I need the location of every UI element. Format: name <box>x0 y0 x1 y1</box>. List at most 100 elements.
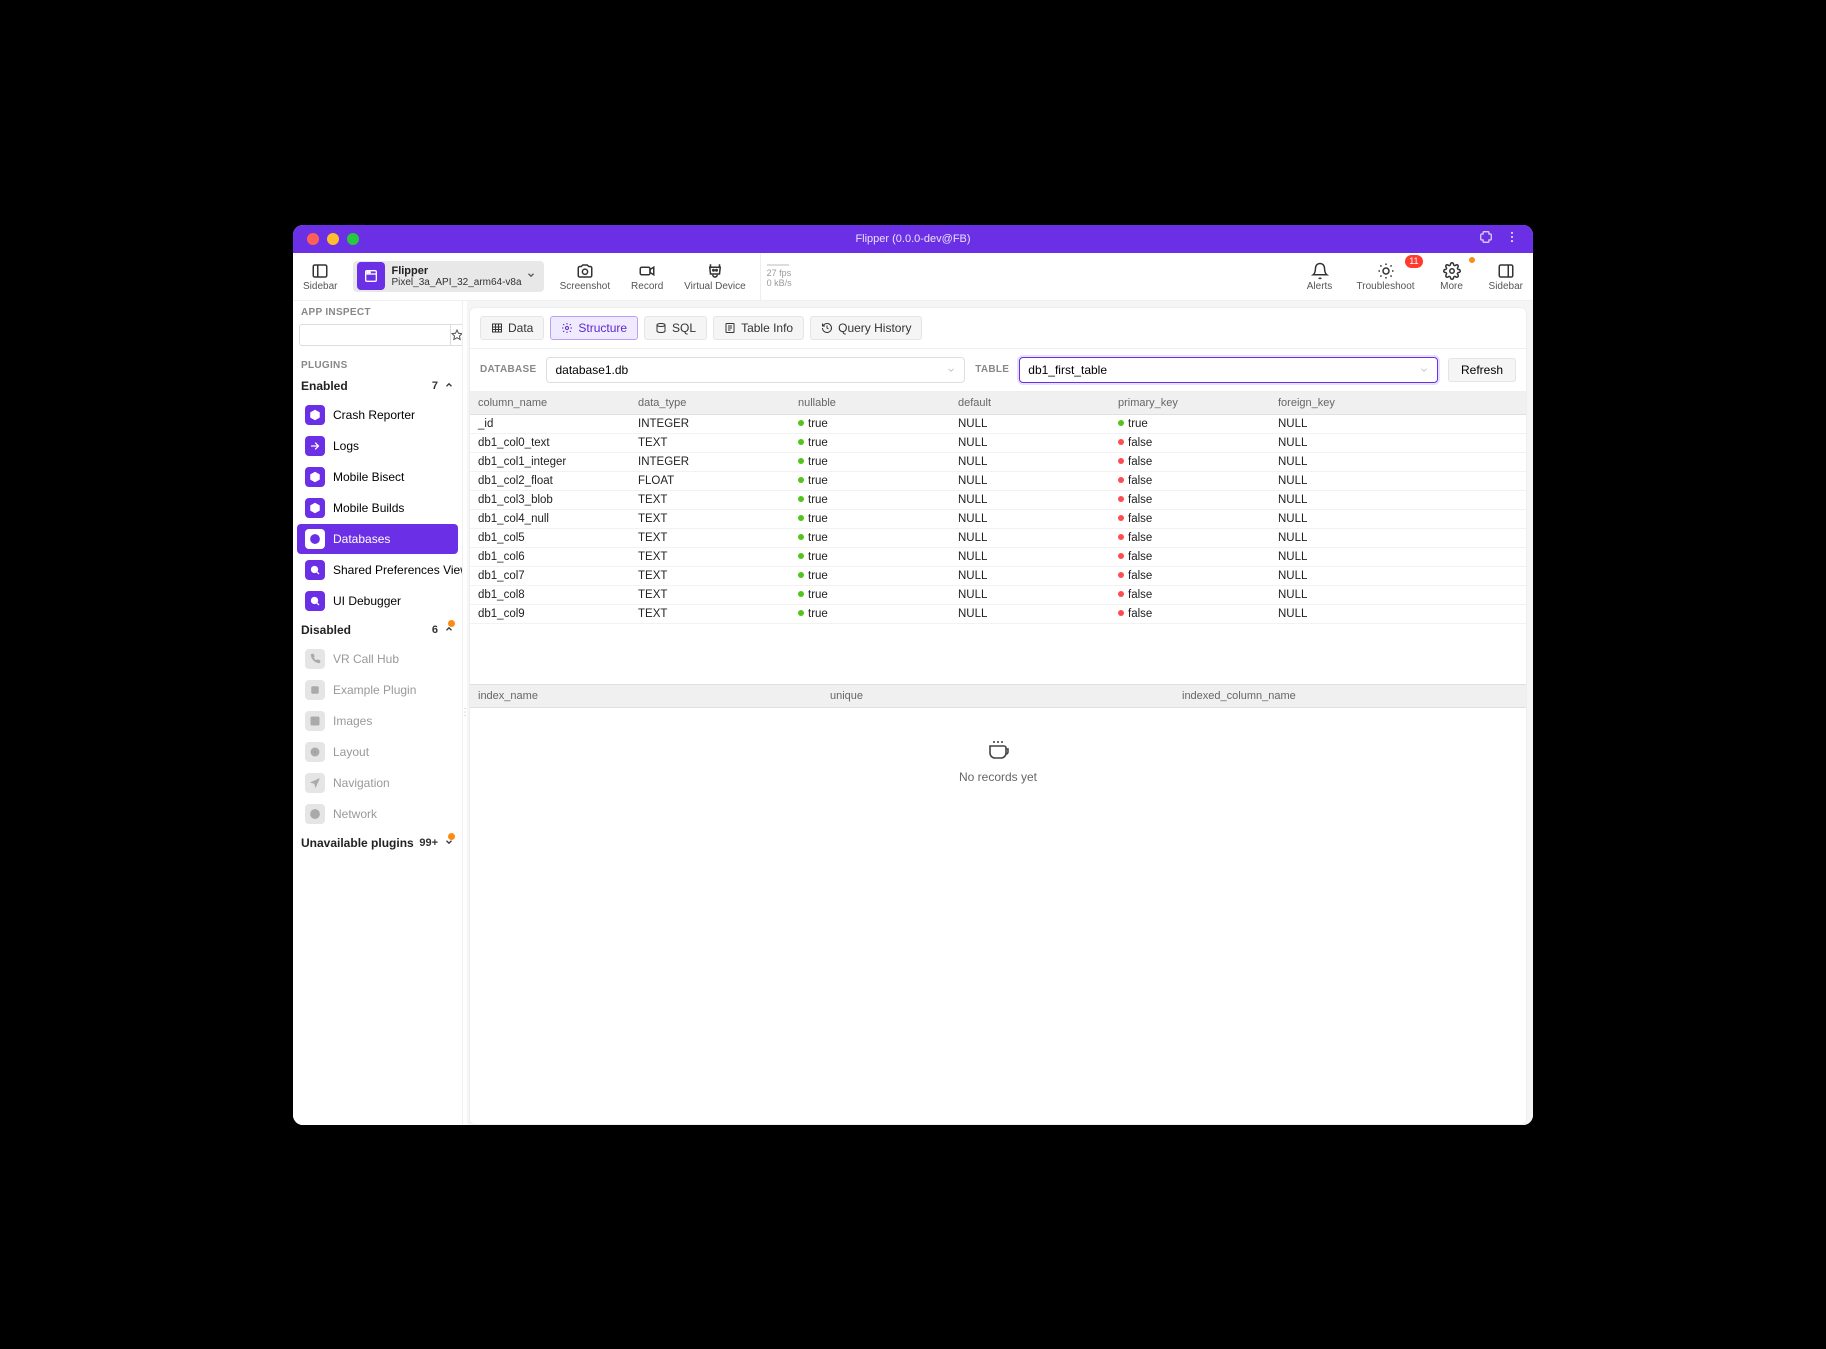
toggle-right-sidebar-button[interactable]: Sidebar <box>1479 253 1533 300</box>
more-button[interactable]: More <box>1425 253 1479 300</box>
sidebar-item-label: Mobile Builds <box>333 501 404 515</box>
device-selector[interactable]: Flipper Pixel_3a_API_32_arm64-v8a <box>353 261 543 292</box>
view-tabs: Data Structure SQL Table Info <box>470 308 1526 349</box>
table-row[interactable]: db1_col2_floatFLOATtrueNULLfalseNULL <box>470 472 1526 491</box>
image-icon <box>305 711 325 731</box>
sidebar-item-databases[interactable]: Databases <box>297 524 458 554</box>
table-row[interactable]: db1_col5TEXTtrueNULLfalseNULL <box>470 529 1526 548</box>
table-row[interactable]: db1_col8TEXTtrueNULLfalseNULL <box>470 586 1526 605</box>
sidebar-item-label: Logs <box>333 439 359 453</box>
close-window-button[interactable] <box>307 233 319 245</box>
sidebar-item-logs[interactable]: Logs <box>297 431 458 461</box>
enabled-group-header[interactable]: Enabled 7 <box>293 373 462 399</box>
sidebar-item-label: UI Debugger <box>333 594 401 608</box>
troubleshoot-button[interactable]: 11 Troubleshoot <box>1347 253 1425 300</box>
table-row[interactable]: db1_col6TEXTtrueNULLfalseNULL <box>470 548 1526 567</box>
globe-icon <box>305 804 325 824</box>
tab-table-info[interactable]: Table Info <box>713 316 804 340</box>
tab-sql[interactable]: SQL <box>644 316 707 340</box>
square-icon <box>305 680 325 700</box>
index-table-header: index_nameuniqueindexed_column_name <box>470 684 1526 708</box>
sidebar-item-ui-debugger[interactable]: UI Debugger <box>297 586 458 616</box>
screenshot-button[interactable]: Screenshot <box>550 253 621 300</box>
sidebar-item-label: Crash Reporter <box>333 408 415 422</box>
plugins-header: PLUGINS <box>293 354 462 373</box>
tab-query-history[interactable]: Query History <box>810 316 922 340</box>
chevron-up-icon <box>444 379 454 393</box>
sidebar-item-label: VR Call Hub <box>333 652 399 666</box>
column-header[interactable]: default <box>950 392 1110 414</box>
record-button[interactable]: Record <box>620 253 674 300</box>
sidebar-item-label: Example Plugin <box>333 683 416 697</box>
index-column-header[interactable]: indexed_column_name <box>1174 685 1526 707</box>
chevron-up-icon <box>444 623 454 637</box>
column-header[interactable]: nullable <box>790 392 950 414</box>
index-column-header[interactable]: unique <box>822 685 1174 707</box>
more-badge-icon <box>1468 256 1476 264</box>
extension-icon[interactable] <box>1479 230 1493 247</box>
window-controls <box>293 233 359 245</box>
virtual-device-button[interactable]: Virtual Device <box>674 253 756 300</box>
phone-icon <box>305 649 325 669</box>
sidebar-item-shared-preferences-viewer[interactable]: Shared Preferences Viewer <box>297 555 458 585</box>
alerts-button[interactable]: Alerts <box>1293 253 1347 300</box>
table-row[interactable]: db1_col1_integerINTEGERtrueNULLfalseNULL <box>470 453 1526 472</box>
sidebar-item-mobile-bisect[interactable]: Mobile Bisect <box>297 462 458 492</box>
toolbar: Sidebar Flipper Pixel_3a_API_32_arm64-v8… <box>293 253 1533 301</box>
toggle-sidebar-button[interactable]: Sidebar <box>293 253 347 300</box>
disabled-group-header[interactable]: Disabled 6 <box>293 617 462 643</box>
database-select[interactable]: database1.db <box>546 357 965 383</box>
device-app-name: Flipper <box>391 265 521 277</box>
device-icon <box>357 262 385 290</box>
refresh-button[interactable]: Refresh <box>1448 358 1516 382</box>
sidebar-item-crash-reporter[interactable]: Crash Reporter <box>297 400 458 430</box>
index-column-header[interactable]: index_name <box>470 685 822 707</box>
app-inspect-header: APP INSPECT <box>293 301 462 320</box>
sidebar-item-label: Images <box>333 714 372 728</box>
empty-state: No records yet <box>470 708 1526 1124</box>
arrow-right-icon <box>305 436 325 456</box>
sidebar-item-network[interactable]: Network <box>297 799 458 829</box>
sidebar-item-navigation[interactable]: Navigation <box>297 768 458 798</box>
sidebar-item-example-plugin[interactable]: Example Plugin <box>297 675 458 705</box>
maximize-window-button[interactable] <box>347 233 359 245</box>
sidebar-item-images[interactable]: Images <box>297 706 458 736</box>
titlebar: Flipper (0.0.0-dev@FB) <box>293 225 1533 253</box>
search-input[interactable] <box>299 324 451 346</box>
column-header[interactable]: primary_key <box>1110 392 1270 414</box>
unavailable-group-header[interactable]: Unavailable plugins 99+ <box>293 830 462 856</box>
nav-icon <box>305 773 325 793</box>
columns-table: column_namedata_typenullabledefaultprima… <box>470 392 1526 624</box>
table-row[interactable]: db1_col4_nullTEXTtrueNULLfalseNULL <box>470 510 1526 529</box>
table-row[interactable]: db1_col0_textTEXTtrueNULLfalseNULL <box>470 434 1526 453</box>
target-icon <box>305 742 325 762</box>
column-header[interactable]: column_name <box>470 392 630 414</box>
minimize-window-button[interactable] <box>327 233 339 245</box>
column-header[interactable]: foreign_key <box>1270 392 1526 414</box>
table-row[interactable]: db1_col3_blobTEXTtrueNULLfalseNULL <box>470 491 1526 510</box>
tab-structure[interactable]: Structure <box>550 316 638 340</box>
sidebar-item-label: Mobile Bisect <box>333 470 404 484</box>
table-select[interactable]: db1_first_table <box>1019 357 1438 383</box>
selector-row: DATABASE database1.db TABLE db1_first_ta… <box>470 349 1526 392</box>
table-row[interactable]: db1_col9TEXTtrueNULLfalseNULL <box>470 605 1526 624</box>
table-row[interactable]: db1_col7TEXTtrueNULLfalseNULL <box>470 567 1526 586</box>
table-row[interactable]: _idINTEGERtrueNULLtrueNULL <box>470 415 1526 434</box>
sidebar: APP INSPECT PLUGINS Enabled 7 Crash Repo… <box>293 301 463 1125</box>
chevron-down-icon <box>444 836 454 850</box>
search-icon <box>305 560 325 580</box>
sidebar-item-vr-call-hub[interactable]: VR Call Hub <box>297 644 458 674</box>
sidebar-item-layout[interactable]: Layout <box>297 737 458 767</box>
database-label: DATABASE <box>480 364 536 375</box>
tab-data[interactable]: Data <box>480 316 544 340</box>
more-vertical-icon[interactable] <box>1505 230 1519 247</box>
performance-stats: 27 fps 0 kB/s <box>760 253 798 300</box>
star-button[interactable] <box>451 324 463 346</box>
globe-icon <box>305 529 325 549</box>
window-title: Flipper (0.0.0-dev@FB) <box>855 233 970 245</box>
sidebar-item-mobile-builds[interactable]: Mobile Builds <box>297 493 458 523</box>
chevron-down-icon <box>526 267 536 285</box>
column-header[interactable]: data_type <box>630 392 790 414</box>
app-window: Flipper (0.0.0-dev@FB) Sidebar Flipper P… <box>293 225 1533 1125</box>
main-content: Data Structure SQL Table Info <box>467 301 1533 1125</box>
